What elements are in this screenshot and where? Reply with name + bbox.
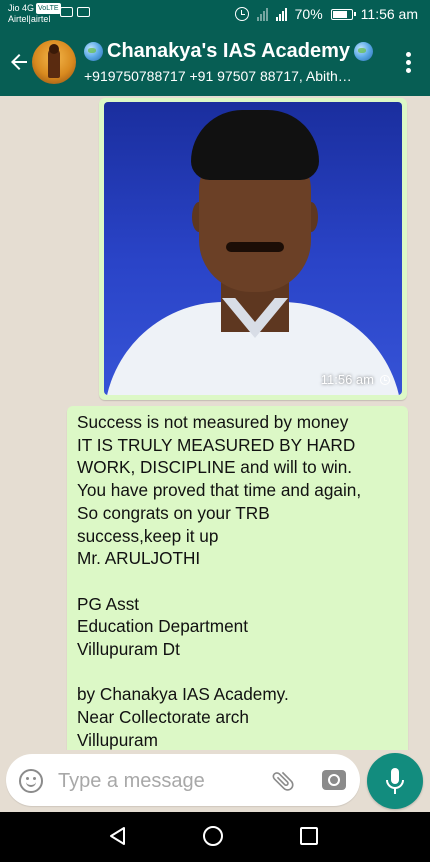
text-message-bubble[interactable]: Success is not measured by money IT IS T… (67, 406, 408, 750)
image-time-text: 11:56 am (320, 372, 374, 387)
camera-icon[interactable] (322, 770, 346, 790)
message-line: success,keep it up (77, 525, 219, 546)
message-line: Villupuram Dt (77, 639, 180, 660)
nav-back-icon[interactable] (108, 826, 128, 846)
message-line (77, 570, 402, 593)
message-text: Success is not measured by money IT IS T… (77, 411, 402, 750)
group-title-row[interactable]: Chanakya's IAS Academy (84, 40, 374, 63)
system-navigation-bar (0, 812, 430, 862)
battery-icon (330, 8, 356, 20)
photo-mustache (226, 242, 284, 252)
group-avatar[interactable] (32, 40, 76, 84)
message-line: Mr. ARULJOTHI (77, 548, 201, 569)
chat-area[interactable]: 11:56 am Success is not measured by mone… (0, 96, 430, 750)
message-line: WORK, DISCIPLINE and will to win. (77, 457, 353, 478)
notification-icons (60, 7, 90, 17)
microphone-icon (386, 768, 404, 794)
message-line: IT IS TRULY MEASURED BY HARD (77, 434, 356, 455)
back-arrow-icon[interactable] (7, 50, 31, 74)
image-timestamp: 11:56 am (321, 372, 390, 387)
avatar-head (49, 44, 59, 54)
pending-clock-icon (380, 374, 390, 385)
message-line: by Chanakya IAS Academy. (77, 684, 289, 705)
gmail-notification-icon (60, 7, 73, 17)
group-members[interactable]: +919750788717 +91 97507 88717, Abith… (84, 68, 384, 84)
emoji-icon[interactable] (19, 769, 43, 793)
nav-recents-icon[interactable] (300, 827, 318, 845)
more-options-icon[interactable] (406, 52, 412, 74)
image-notification-icon (77, 7, 90, 17)
voice-record-button[interactable] (367, 753, 423, 809)
message-input-container[interactable] (6, 754, 360, 806)
carrier-primary: Jio 4G (8, 3, 35, 13)
photo-hair (191, 110, 319, 180)
group-title: Chanakya's IAS Academy (107, 40, 351, 62)
message-line: PG Asst (77, 593, 140, 614)
volte-badge: VoLTE (36, 3, 61, 14)
alarm-icon (234, 7, 249, 21)
nav-home-icon[interactable] (203, 826, 223, 846)
message-line (77, 661, 402, 684)
message-line: Success is not measured by money (77, 412, 349, 432)
message-line: Education Department (77, 616, 249, 637)
compose-bar (0, 750, 430, 812)
carrier-secondary: Airtel|airtel (8, 14, 51, 24)
message-input[interactable] (56, 764, 260, 798)
battery-percent: 70% (294, 6, 323, 22)
image-message-bubble[interactable]: 11:56 am (99, 98, 407, 400)
status-bar: Jio 4G VoLTE Airtel|airtel 70% 11:56 am (0, 0, 430, 30)
carrier-info: Jio 4G VoLTE Airtel|airtel (8, 3, 61, 25)
signal-sim2-icon (275, 7, 287, 21)
status-indicators: 70% 11:56 am (234, 6, 418, 22)
clock-time: 11:56 am (360, 6, 418, 22)
globe-emoji-icon (84, 42, 103, 61)
chat-header: Chanakya's IAS Academy +919750788717 +91… (0, 30, 430, 96)
signal-sim1-icon (256, 7, 268, 21)
portrait-photo[interactable]: 11:56 am (104, 102, 402, 395)
message-line: Villupuram (77, 729, 158, 750)
paperclip-icon[interactable] (270, 768, 296, 794)
globe-emoji-icon (354, 42, 374, 61)
message-line: So congrats on your TRB (77, 502, 270, 523)
message-line: Near Collectorate arch (77, 707, 249, 728)
message-line: You have proved that time and again, (77, 480, 362, 501)
